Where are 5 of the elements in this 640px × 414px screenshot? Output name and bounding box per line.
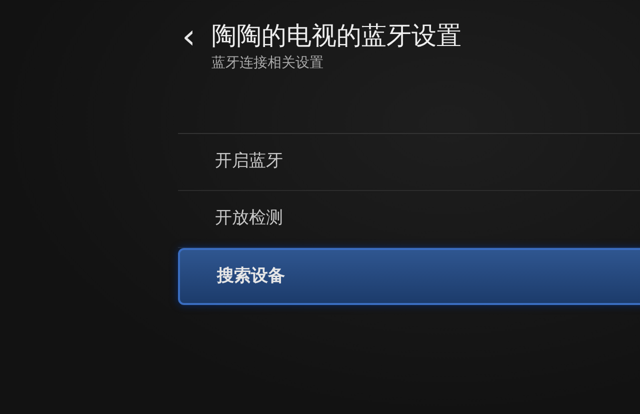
settings-item[interactable]: 搜索设备 <box>178 248 640 305</box>
settings-item[interactable]: 开启蓝牙 <box>178 134 640 191</box>
back-button[interactable]: ‹ <box>178 20 200 54</box>
page-subtitle: 蓝牙连接相关设置 <box>212 54 325 72</box>
page-title: 陶陶的电视的蓝牙设置 <box>212 20 462 52</box>
